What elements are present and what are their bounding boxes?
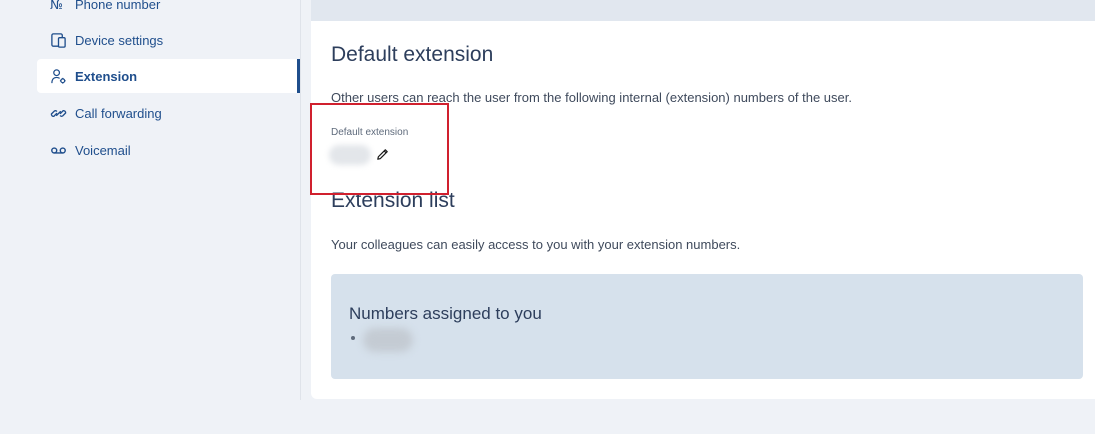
default-extension-value [329,145,371,165]
extension-card: Default extension Other users can reach … [311,21,1095,399]
assigned-number-value [363,328,413,352]
phone-number-icon: № [49,0,67,13]
user-gear-icon [49,67,67,85]
assigned-numbers-box: Numbers assigned to you [331,274,1083,379]
list-bullet [351,336,355,340]
sidebar-item-label: Voicemail [75,142,131,158]
pencil-icon [376,148,388,160]
sidebar-item-label: Extension [75,68,138,84]
svg-text:№: № [50,0,63,12]
sidebar-item-phone-number[interactable]: № Phone number [37,0,300,21]
assigned-numbers-title: Numbers assigned to you [349,304,542,323]
device-settings-icon [49,31,67,49]
sidebar-item-voicemail[interactable]: Voicemail [37,133,300,167]
sidebar-item-label: Call forwarding [75,105,162,121]
extension-list-description: Your colleagues can easily access to you… [331,237,741,252]
sidebar: № Phone number Device settings Extension [0,0,301,400]
default-extension-label: Default extension [331,127,409,138]
sidebar-item-call-forwarding[interactable]: Call forwarding [37,96,300,130]
edit-default-extension-button[interactable] [373,145,391,163]
extension-list-title: Extension list [331,189,455,212]
voicemail-icon [49,141,67,159]
sidebar-item-label: Device settings [75,32,164,48]
sidebar-item-extension[interactable]: Extension [37,59,300,93]
sidebar-item-label: Phone number [75,0,161,12]
top-band [311,0,1095,21]
default-extension-title: Default extension [331,43,494,66]
default-extension-description: Other users can reach the user from the … [331,90,852,105]
sidebar-item-device-settings[interactable]: Device settings [37,23,300,57]
call-forwarding-icon [49,104,67,122]
